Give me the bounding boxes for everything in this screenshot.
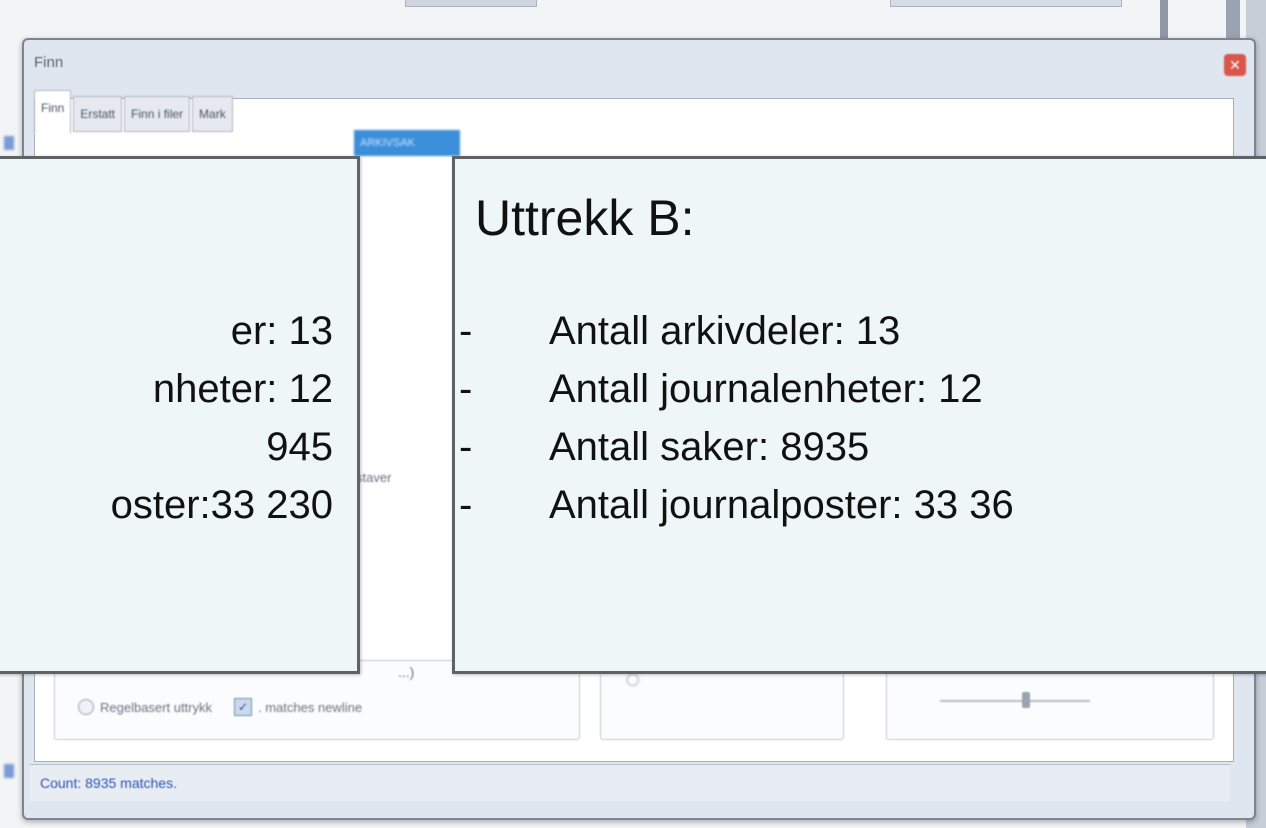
- transparency-slider-thumb[interactable]: [1022, 692, 1030, 708]
- tab-replace[interactable]: Erstatt: [73, 96, 123, 132]
- match-case-label: staver: [356, 470, 392, 485]
- uttrekk-a-line: nheter: 12: [152, 367, 333, 411]
- close-button[interactable]: ✕: [1224, 54, 1246, 76]
- regex-option-row: Regelbasert uttrykk ✓ . matches newline: [78, 698, 362, 716]
- background-toolbar-left: [405, 0, 537, 7]
- matches-newline-checkbox[interactable]: ✓: [234, 698, 252, 716]
- transparency-slider-track[interactable]: [940, 700, 1090, 702]
- status-text: Count: 8935 matches.: [40, 775, 177, 791]
- status-bar: Count: 8935 matches.: [30, 764, 1230, 801]
- uttrekk-a-line: er: 13: [230, 309, 333, 353]
- uttrekk-b-list: - Antall arkivdeler: 13 - Antall journalen…: [455, 309, 1014, 541]
- regex-radio[interactable]: [78, 699, 94, 715]
- uttrekk-a-line: 945: [266, 425, 333, 469]
- uttrekk-a-box: er: 13 nheter: 12 945 oster:33 230: [0, 156, 360, 674]
- dialog-title: Finn: [34, 54, 64, 71]
- close-icon: ✕: [1229, 57, 1241, 73]
- background-toolbar-right: [890, 0, 1122, 7]
- uttrekk-b-line: - Antall journalposter: 33 36: [459, 483, 1014, 527]
- search-input[interactable]: ARKIVSAK: [354, 130, 460, 156]
- background-splitter: [1160, 0, 1168, 40]
- editor-marker: [4, 764, 14, 778]
- regex-label: Regelbasert uttrykk: [100, 699, 212, 715]
- uttrekk-b-line: - Antall arkivdeler: 13: [459, 309, 901, 353]
- tab-find-in-files[interactable]: Finn i filer: [124, 96, 191, 132]
- tab-find[interactable]: Finn: [34, 90, 72, 134]
- tab-bar: Finn Erstatt Finn i filer Mark: [34, 90, 233, 134]
- tab-mark[interactable]: Mark: [192, 96, 233, 132]
- search-mode-option-text: ...): [398, 664, 415, 680]
- background-scrollbar[interactable]: [1226, 0, 1240, 40]
- uttrekk-b-box: Uttrekk B: - Antall arkivdeler: 13 - Antal…: [452, 156, 1266, 674]
- uttrekk-a-list: er: 13 nheter: 12 945 oster:33 230: [111, 309, 333, 541]
- uttrekk-b-line: - Antall journalenheter: 12: [459, 367, 983, 411]
- uttrekk-b-line: - Antall saker: 8935: [459, 425, 870, 469]
- direction-option[interactable]: ◯: [626, 672, 639, 686]
- matches-newline-label: . matches newline: [258, 699, 363, 715]
- editor-marker: [4, 136, 14, 150]
- uttrekk-b-title: Uttrekk B:: [475, 190, 695, 246]
- uttrekk-a-line: oster:33 230: [110, 483, 333, 527]
